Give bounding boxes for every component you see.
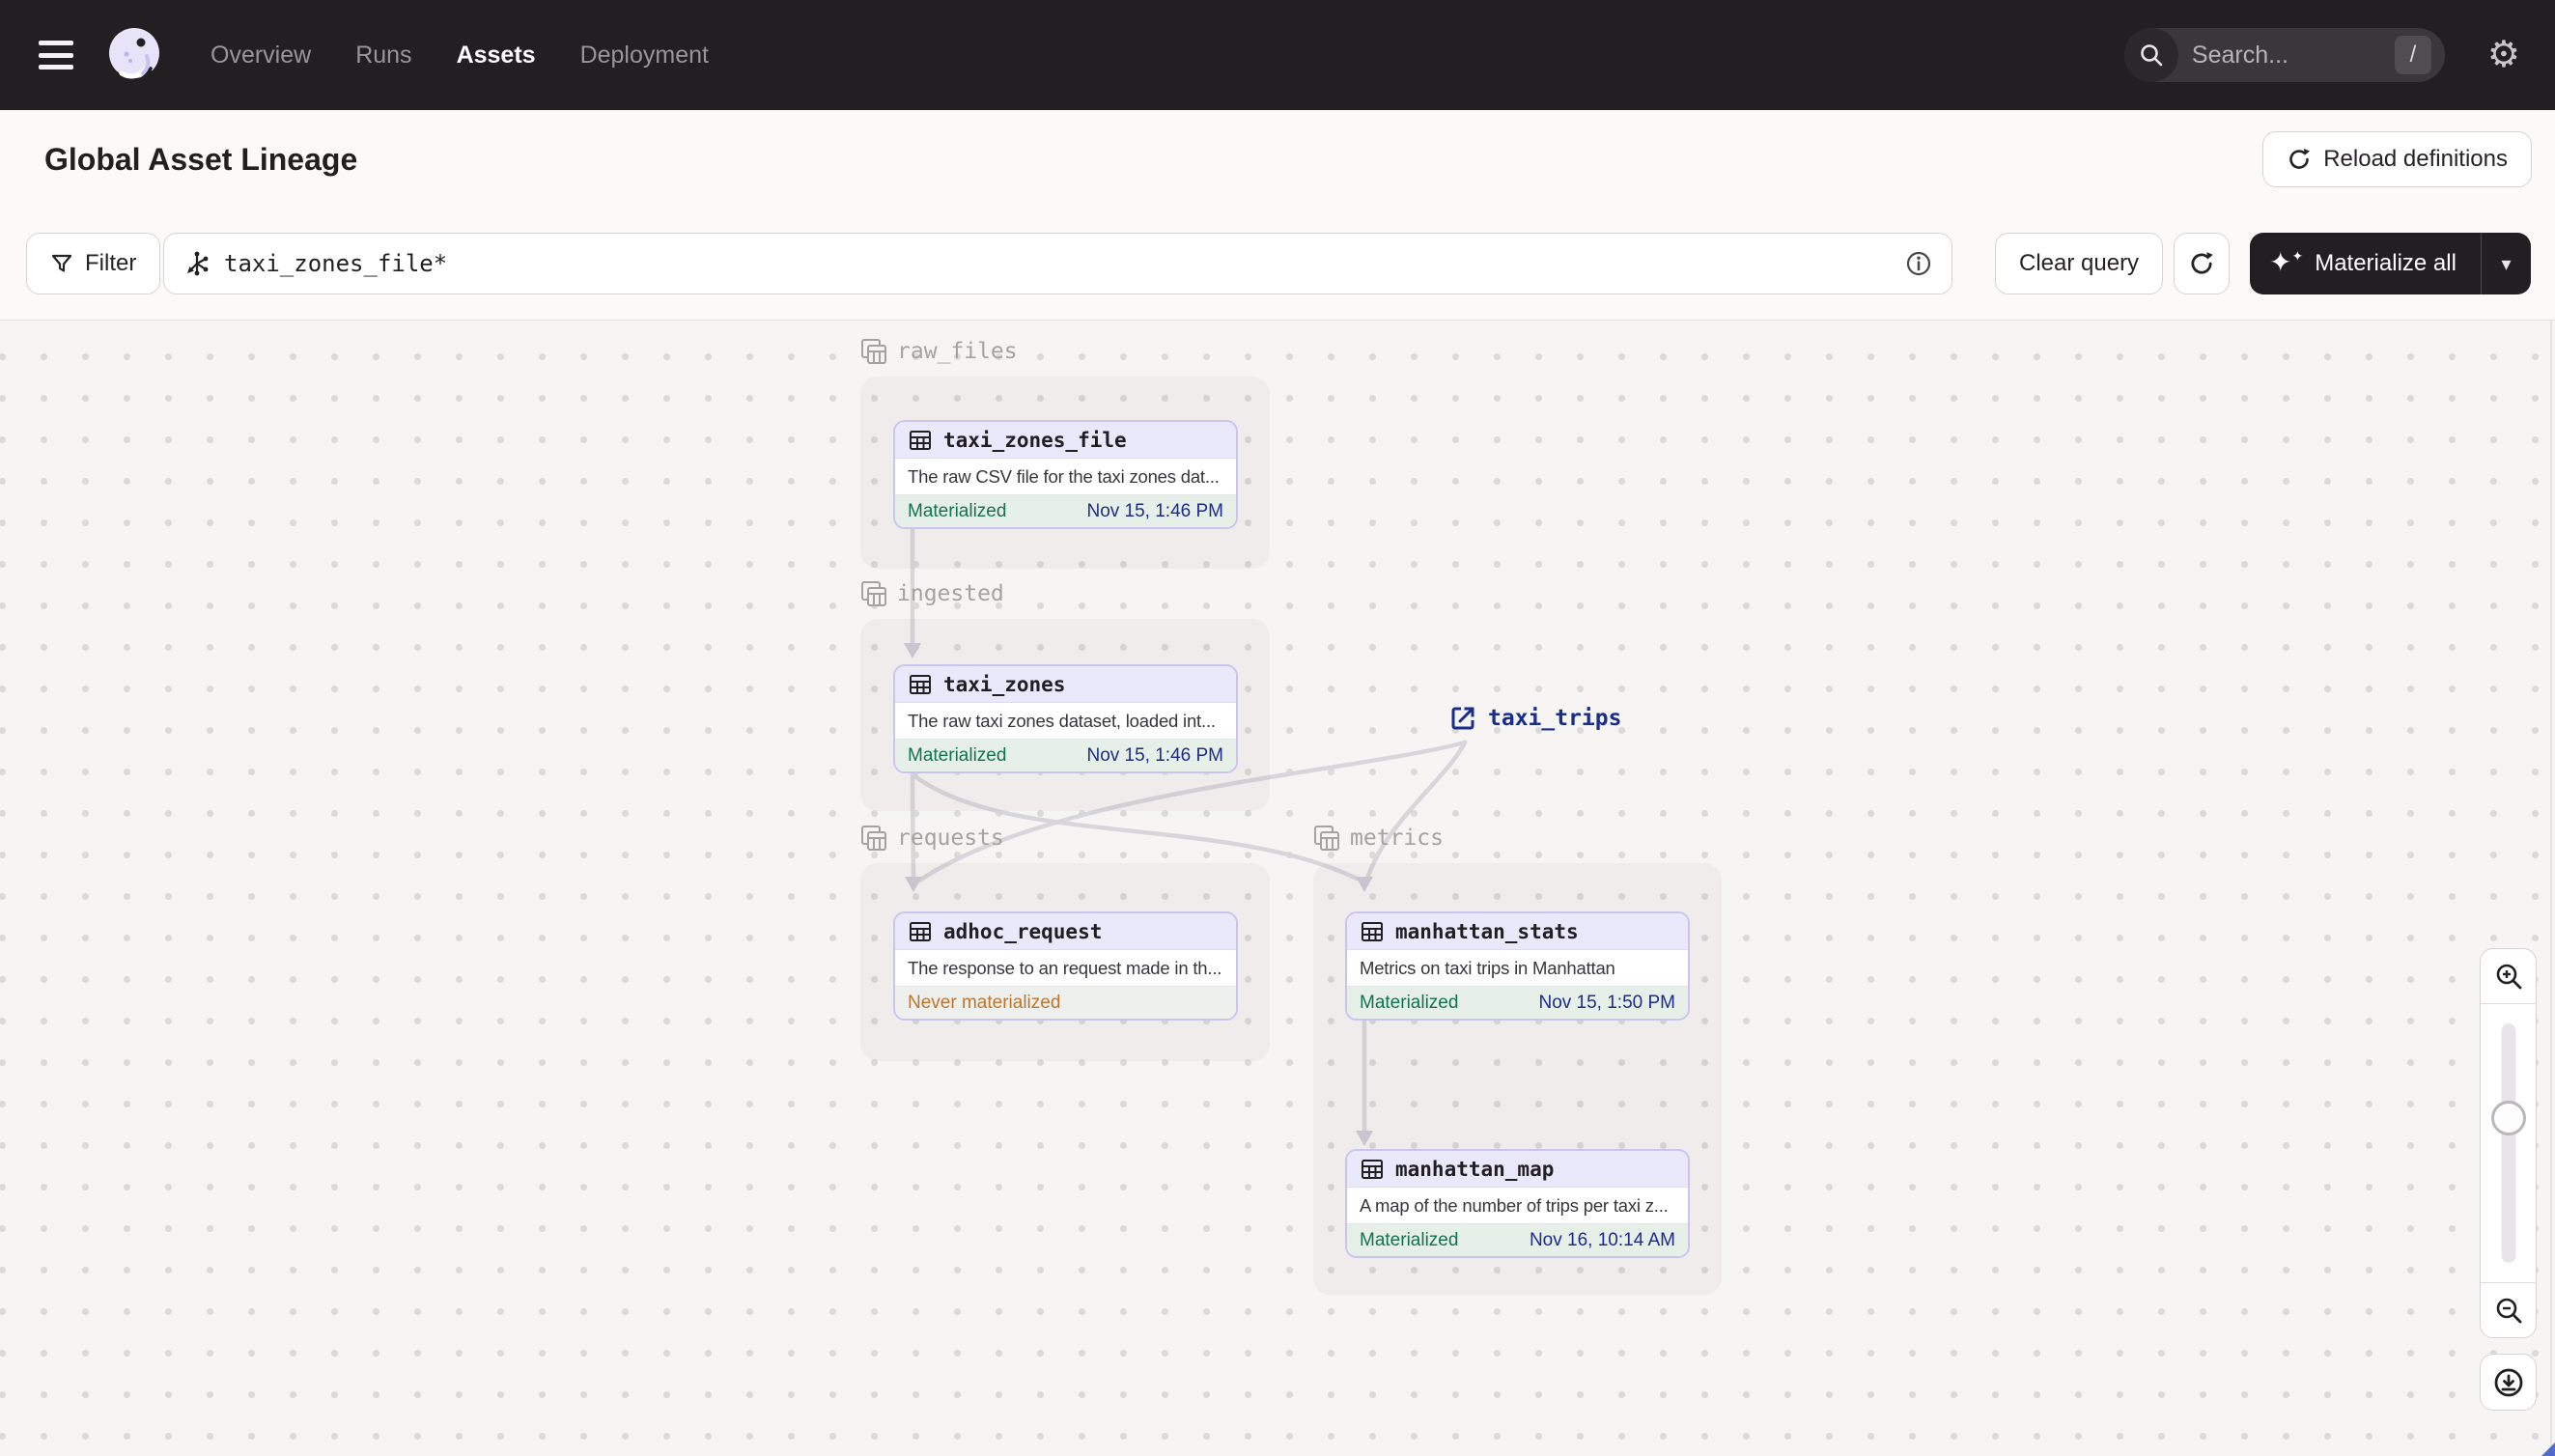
hamburger-menu-icon[interactable] bbox=[39, 41, 73, 70]
status-badge: Materialized bbox=[908, 500, 1007, 521]
page-title: Global Asset Lineage bbox=[44, 141, 358, 177]
nav-link-assets[interactable]: Assets bbox=[457, 42, 536, 70]
materialization-timestamp: Nov 16, 10:14 AM bbox=[1529, 1229, 1675, 1250]
nav-link-deployment[interactable]: Deployment bbox=[580, 42, 709, 70]
canvas-corner-mark bbox=[2541, 1442, 2555, 1456]
status-badge: Materialized bbox=[1360, 1229, 1459, 1250]
materialization-timestamp: Nov 15, 1:46 PM bbox=[1086, 744, 1223, 766]
asset-query-input-box[interactable] bbox=[163, 233, 1952, 294]
nav-link-runs[interactable]: Runs bbox=[355, 42, 411, 70]
lineage-edges bbox=[904, 526, 1468, 1146]
nav-right: / ⚙ bbox=[2123, 28, 2555, 82]
zoom-out-button[interactable] bbox=[2481, 1283, 2536, 1337]
search-shortcut-badge: / bbox=[2394, 36, 2431, 74]
table-icon bbox=[1361, 1158, 1384, 1181]
search-icon bbox=[2123, 28, 2178, 82]
zoom-slider-handle[interactable] bbox=[2490, 1101, 2526, 1135]
group-icon bbox=[1313, 825, 1340, 852]
zoom-in-button[interactable] bbox=[2481, 949, 2536, 1003]
group-icon bbox=[860, 580, 887, 607]
asset-description: Metrics on taxi trips in Manhattan bbox=[1360, 957, 1615, 978]
table-icon bbox=[1361, 920, 1384, 943]
zoom-controls bbox=[2480, 948, 2537, 1338]
table-icon bbox=[909, 673, 932, 696]
filter-button[interactable]: Filter bbox=[26, 233, 161, 294]
asset-node-manhattan-map[interactable]: manhattan_map A map of the number of tri… bbox=[1345, 1149, 1690, 1258]
search-input[interactable] bbox=[2191, 41, 2356, 70]
asset-node-manhattan-stats[interactable]: manhattan_stats Metrics on taxi trips in… bbox=[1345, 911, 1690, 1021]
group-label-raw-files[interactable]: raw_files bbox=[860, 338, 1018, 365]
page-header: Global Asset Lineage Reload definitions bbox=[0, 110, 2555, 209]
table-icon bbox=[909, 429, 932, 452]
asset-description: The response to an request made in th... bbox=[908, 957, 1222, 978]
group-icon bbox=[860, 338, 887, 365]
asset-status-row: Materialized Nov 15, 1:46 PM bbox=[895, 739, 1236, 771]
table-icon bbox=[909, 920, 932, 943]
group-label-requests[interactable]: requests bbox=[860, 825, 1004, 852]
reload-definitions-button[interactable]: Reload definitions bbox=[2262, 131, 2532, 187]
materialization-timestamp: Nov 15, 1:50 PM bbox=[1538, 992, 1675, 1013]
lineage-toolbar: Filter taxi_zones_file* Clear query ✦✦ M… bbox=[0, 209, 2555, 321]
status-badge: Never materialized bbox=[908, 992, 1061, 1013]
group-label-ingested[interactable]: ingested bbox=[860, 580, 1004, 607]
materialize-all-button[interactable]: ✦✦ Materialize all ▾ bbox=[2250, 233, 2531, 294]
nav-links: Overview Runs Assets Deployment bbox=[211, 42, 709, 70]
dagster-logo[interactable] bbox=[102, 23, 166, 87]
asset-node-taxi-zones-file[interactable]: taxi_zones_file The raw CSV file for the… bbox=[893, 420, 1238, 529]
zoom-slider-track[interactable] bbox=[2501, 1023, 2515, 1263]
download-icon bbox=[2494, 1368, 2522, 1396]
asset-status-row: Materialized Nov 15, 1:50 PM bbox=[1347, 986, 1688, 1019]
status-badge: Materialized bbox=[908, 744, 1007, 766]
nav-link-overview[interactable]: Overview bbox=[211, 42, 311, 70]
asset-description: The raw CSV file for the taxi zones dat.… bbox=[908, 465, 1220, 487]
group-icon bbox=[860, 825, 887, 852]
download-image-button[interactable] bbox=[2480, 1354, 2537, 1411]
asset-query-input[interactable] bbox=[224, 250, 1905, 277]
clear-query-button[interactable]: Clear query bbox=[1995, 233, 2164, 294]
asset-description: A map of the number of trips per taxi z.… bbox=[1360, 1194, 1669, 1216]
status-badge: Materialized bbox=[1360, 992, 1459, 1013]
asset-node-adhoc-request[interactable]: adhoc_request The response to an request… bbox=[893, 911, 1238, 1021]
asset-status-row: Materialized Nov 15, 1:46 PM bbox=[895, 494, 1236, 527]
filter-funnel-icon bbox=[50, 252, 73, 275]
asset-status-row: Never materialized bbox=[895, 986, 1236, 1019]
zoom-slider bbox=[2481, 1003, 2536, 1283]
zoom-out-icon bbox=[2496, 1298, 2521, 1324]
zoom-in-icon bbox=[2496, 964, 2521, 990]
materialize-dropdown-caret[interactable]: ▾ bbox=[2481, 233, 2531, 294]
sparkle-icon: ✦✦ bbox=[2269, 247, 2304, 277]
canvas-scrollbar[interactable] bbox=[2550, 321, 2552, 1456]
external-asset-taxi-trips[interactable]: taxi_trips bbox=[1450, 705, 1621, 731]
asset-node-taxi-zones[interactable]: taxi_zones The raw taxi zones dataset, l… bbox=[893, 664, 1238, 773]
external-link-icon bbox=[1450, 705, 1476, 731]
refresh-button[interactable] bbox=[2174, 233, 2230, 294]
refresh-icon bbox=[2188, 250, 2215, 277]
query-info-icon[interactable] bbox=[1905, 250, 1932, 277]
materialization-timestamp: Nov 15, 1:46 PM bbox=[1086, 500, 1223, 521]
asset-description: The raw taxi zones dataset, loaded int..… bbox=[908, 710, 1216, 731]
search-bar[interactable]: / bbox=[2123, 28, 2445, 82]
materialize-all-main[interactable]: ✦✦ Materialize all bbox=[2250, 233, 2481, 294]
group-label-metrics[interactable]: metrics bbox=[1313, 825, 1444, 852]
top-nav: Overview Runs Assets Deployment / ⚙ bbox=[0, 0, 2555, 110]
asset-status-row: Materialized Nov 16, 10:14 AM bbox=[1347, 1223, 1688, 1256]
lineage-canvas[interactable]: raw_files ingested requests metrics taxi… bbox=[0, 321, 2555, 1456]
edge-trips-to-stats bbox=[1364, 740, 1468, 882]
asset-graph-icon bbox=[183, 250, 211, 277]
reload-icon bbox=[2287, 147, 2312, 172]
settings-gear-icon[interactable]: ⚙ bbox=[2487, 37, 2520, 73]
